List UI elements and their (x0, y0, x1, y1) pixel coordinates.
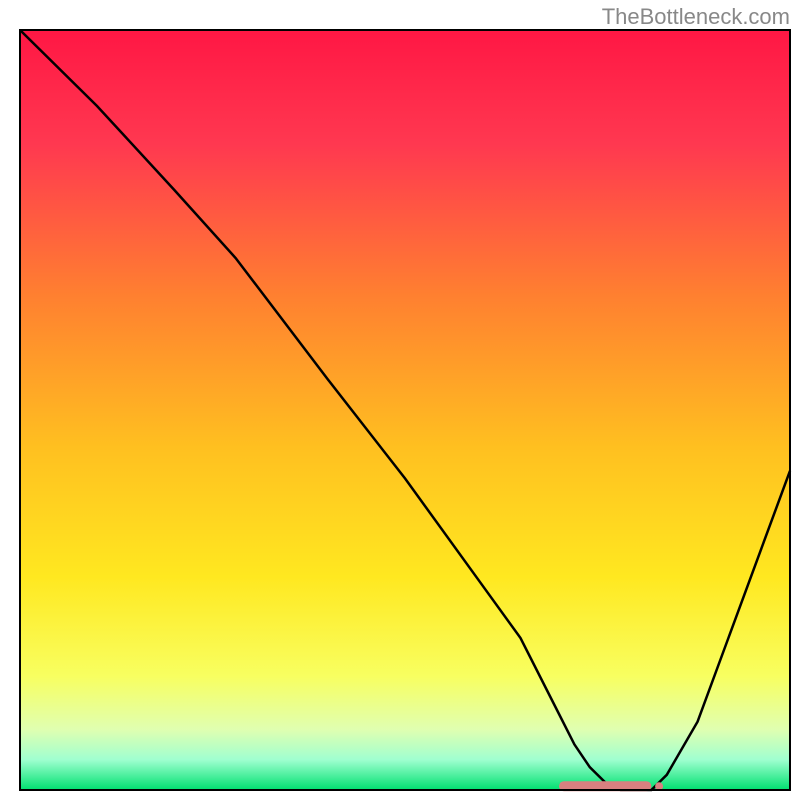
plot-area (20, 30, 790, 790)
chart-container: TheBottleneck.com (0, 0, 800, 800)
chart-svg (0, 0, 800, 800)
watermark-text: TheBottleneck.com (602, 4, 790, 30)
